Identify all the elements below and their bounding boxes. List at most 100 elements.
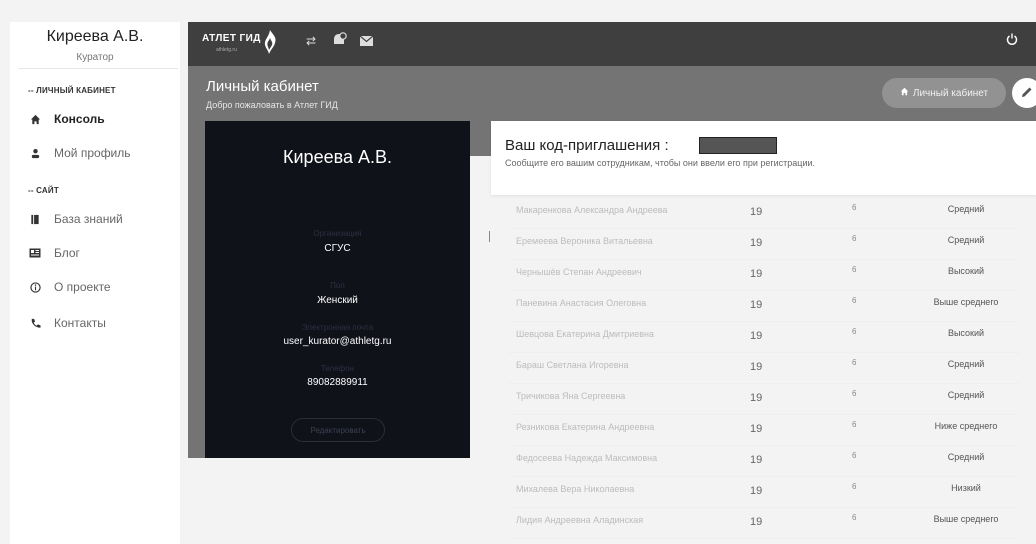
employee-name: Бараш Светлана Игоревна (516, 360, 629, 370)
employee-score: 6 (852, 420, 857, 429)
sidebar-user-name: Киреева А.В. (46, 28, 144, 45)
employee-level: Средний (947, 235, 985, 245)
flame-logo-icon (264, 30, 276, 54)
employee-level: Высокий (947, 266, 985, 276)
user-icon (28, 148, 42, 159)
swap-icon[interactable]: ⇄ (306, 34, 316, 48)
sidebar-item-blog[interactable]: Блог (28, 242, 80, 264)
profile-name: Киреева А.В. (283, 147, 392, 167)
mail-icon[interactable] (359, 35, 374, 49)
table-row[interactable]: Лидия Андреевна Аладинская 19 6 Выше средне… (508, 509, 1036, 540)
home-icon (28, 114, 42, 125)
profile-phone: 89082889911 (307, 377, 368, 388)
edit-button[interactable] (1012, 78, 1036, 108)
employee-age: 19 (750, 454, 763, 466)
row-divider (508, 259, 1020, 260)
power-icon[interactable] (1006, 33, 1018, 48)
row-divider (508, 383, 1020, 384)
top-navbar: АТЛЕТ ГИД athletg.ru ⇄ (188, 22, 1036, 66)
sidebar-item-label: Контакты (54, 316, 106, 330)
phone-icon (28, 318, 42, 329)
profile-field-label: Пол (330, 281, 345, 290)
table-row[interactable]: Бараш Светлана Игоревна 19 6 Средний (508, 354, 1036, 385)
edit-profile-button[interactable]: Редактировать (291, 418, 385, 442)
row-divider (508, 414, 1020, 415)
employee-age: 19 (750, 268, 763, 280)
table-row[interactable]: Чернышёв Степан Андреевич 19 6 Высокий (508, 261, 1036, 292)
sidebar-item-profile[interactable]: Мой профиль (28, 142, 131, 164)
table-row[interactable]: Шевцова Екатерина Дмитриевна 19 6 Высокий (508, 323, 1036, 354)
sidebar-item-label: База знаний (54, 212, 123, 226)
profile-email: user_kurator@athletg.ru (283, 336, 392, 347)
page-subtitle: Добро пожаловать в Атлет ГИД (206, 100, 338, 110)
employee-age: 19 (750, 237, 763, 249)
row-divider (508, 290, 1020, 291)
sidebar-section-cabinet: -- ЛИЧНЫЙ КАБИНЕТ (28, 86, 116, 95)
row-divider (508, 538, 1020, 539)
table-row[interactable]: Макаренкова Александра Андреева 19 6 Средни… (508, 199, 1036, 230)
table-row[interactable]: Тричикова Яна Сергеевна 19 6 Средний (508, 385, 1036, 416)
row-divider (508, 352, 1020, 353)
employee-score: 6 (852, 389, 857, 398)
employee-score: 6 (852, 451, 857, 460)
sidebar-divider (18, 68, 178, 69)
employee-name: Михалева Вера Николаевна (516, 484, 635, 494)
employee-score: 6 (852, 296, 857, 305)
employee-name: Федосеева Надежда Максимовна (516, 453, 658, 463)
employee-name: Лидия Андреевна Аладинская (516, 515, 644, 525)
page-title: Личный кабинет (206, 78, 319, 95)
breadcrumb-cabinet-button[interactable]: Личный кабинет (882, 78, 1006, 108)
row-divider (508, 321, 1020, 322)
row-divider (508, 507, 1020, 508)
employee-name: Макаренкова Александра Андреева (516, 205, 668, 215)
pencil-icon (1021, 86, 1033, 101)
sidebar-item-label: Блог (54, 246, 80, 260)
sidebar-item-knowledge[interactable]: База знаний (28, 208, 123, 230)
profile-organization: СГУС (324, 243, 351, 254)
employee-age: 19 (750, 299, 763, 311)
employee-score: 6 (852, 265, 857, 274)
table-row[interactable]: Еремеева Вероника Витальевна 19 6 Средний (508, 230, 1036, 261)
table-row[interactable]: Паневина Анастасия Олеговна 19 6 Выше средн… (508, 292, 1036, 323)
employee-name: Тричикова Яна Сергеевна (516, 391, 626, 401)
notification-bell-icon[interactable] (330, 32, 348, 51)
employee-level: Выше среднего (933, 514, 999, 524)
sidebar-item-console[interactable]: Консоль (28, 108, 105, 130)
logo-text: АТЛЕТ ГИД (202, 33, 261, 44)
table-row[interactable]: Федосеева Надежда Максимовна 19 6 Средний (508, 447, 1036, 478)
employee-score: 6 (852, 203, 857, 212)
employee-score: 6 (852, 482, 857, 491)
sidebar: Киреева А.В. Куратор -- ЛИЧНЫЙ КАБИНЕТ К… (10, 22, 180, 544)
profile-field-label: Организация (313, 229, 362, 238)
profile-field-label: Электронная почта (301, 323, 374, 332)
invite-subtitle: Сообщите его вашим сотрудникам, чтобы он… (505, 158, 816, 168)
news-icon (28, 248, 42, 258)
employee-level: Низкий (951, 483, 981, 493)
employee-level: Высокий (947, 328, 985, 338)
row-divider (508, 476, 1020, 477)
employee-name: Чернышёв Степан Андреевич (516, 267, 642, 277)
employee-age: 19 (750, 361, 763, 373)
sidebar-section-site: -- САЙТ (28, 186, 59, 195)
employee-level: Средний (947, 359, 985, 369)
employee-age: 19 (750, 423, 763, 435)
employee-score: 6 (852, 358, 857, 367)
profile-gender: Женский (317, 295, 358, 306)
employee-name: Паневина Анастасия Олеговна (516, 298, 647, 308)
sidebar-item-contacts[interactable]: Контакты (28, 312, 106, 334)
text-cursor (489, 231, 490, 242)
breadcrumb-label: Личный кабинет (912, 87, 989, 99)
invite-title: Ваш код-приглашения : (505, 137, 669, 154)
sidebar-item-label: Мой профиль (54, 146, 131, 160)
employee-level: Ниже среднего (934, 421, 998, 431)
sidebar-item-about[interactable]: О проекте (28, 276, 111, 298)
row-divider (508, 445, 1020, 446)
employee-level: Выше среднего (933, 297, 999, 307)
table-row[interactable]: Михалева Вера Николаевна 19 6 Низкий (508, 478, 1036, 509)
employee-level: Средний (947, 452, 985, 462)
book-icon (28, 214, 42, 225)
employee-age: 19 (750, 206, 763, 218)
invite-code-card: Ваш код-приглашения : Сообщите его вашим… (491, 121, 1036, 195)
invite-code-redacted (699, 137, 777, 154)
table-row[interactable]: Резникова Екатерина Андреевна 19 6 Ниже сре… (508, 416, 1036, 447)
